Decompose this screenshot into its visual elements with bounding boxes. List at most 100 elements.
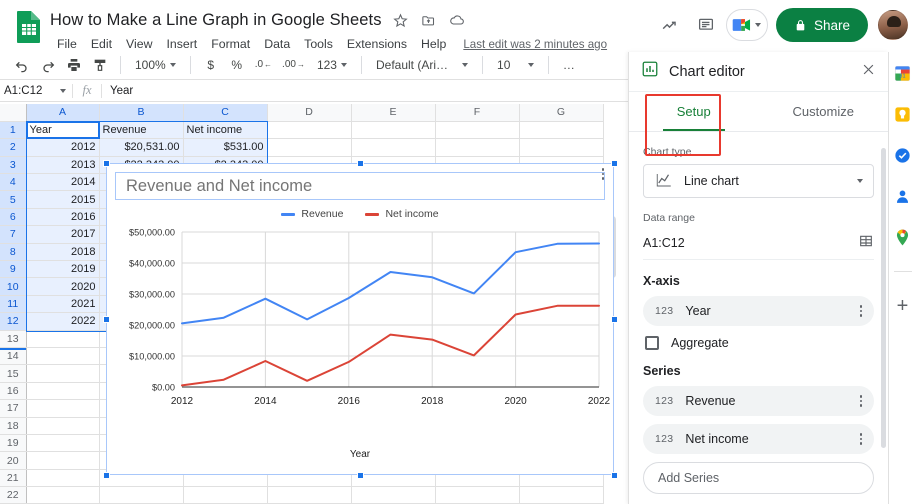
cell-A6[interactable]: 2016	[26, 208, 100, 227]
cell-B1[interactable]: Revenue	[99, 121, 184, 140]
move-to-folder-icon[interactable]	[420, 11, 438, 29]
cell-A21[interactable]	[26, 469, 100, 488]
row-header[interactable]: 17	[0, 399, 27, 418]
avatar[interactable]	[878, 10, 908, 40]
cell-D22[interactable]	[267, 486, 352, 504]
series-field-revenue[interactable]: 123 Revenue	[643, 386, 874, 416]
cell-A11[interactable]: 2021	[26, 295, 100, 314]
chart-resize-handle-sw[interactable]	[103, 472, 110, 479]
row-header[interactable]: 19	[0, 434, 27, 453]
cell-A20[interactable]	[26, 451, 100, 470]
cell-A18[interactable]	[26, 417, 100, 435]
chart-object[interactable]: Revenue and Net income Revenue Net incom…	[103, 160, 618, 479]
x-axis-options-icon[interactable]	[859, 305, 862, 317]
series-options-icon[interactable]	[859, 433, 862, 445]
row-header[interactable]: 6	[0, 208, 27, 227]
aggregate-checkbox[interactable]	[645, 336, 659, 350]
font-selector[interactable]: Default (Ari…	[370, 53, 474, 77]
panel-scrollbar[interactable]	[881, 148, 886, 448]
chart-title[interactable]: Revenue and Net income	[115, 172, 605, 200]
row-header[interactable]: 3	[0, 156, 27, 175]
aggregate-checkbox-row[interactable]: Aggregate	[645, 336, 874, 350]
chart-resize-handle-e[interactable]	[611, 316, 618, 323]
font-size-selector[interactable]: 10	[491, 53, 540, 77]
row-header[interactable]: 15	[0, 364, 27, 383]
cell-E1[interactable]	[351, 121, 436, 140]
cell-A7[interactable]: 2017	[26, 225, 100, 244]
cell-A16[interactable]	[26, 382, 100, 401]
cell-C2[interactable]: $531.00	[183, 138, 268, 157]
row-header[interactable]: 22	[0, 486, 27, 504]
series-field-net-income[interactable]: 123 Net income	[643, 424, 874, 454]
row-header[interactable]: 5	[0, 190, 27, 209]
google-calendar-icon[interactable]: 31	[893, 64, 912, 83]
row-header[interactable]: 13	[0, 330, 27, 348]
row-header[interactable]: 1	[0, 121, 27, 140]
cell-A9[interactable]: 2019	[26, 260, 100, 279]
cell-A15[interactable]	[26, 364, 100, 383]
row-header[interactable]: 18	[0, 417, 27, 435]
cell-B22[interactable]	[99, 486, 184, 504]
column-header-g[interactable]: G	[519, 104, 604, 122]
cell-G1[interactable]	[519, 121, 604, 140]
cloud-saved-icon[interactable]	[448, 11, 466, 29]
row-header[interactable]: 9	[0, 260, 27, 279]
chart-resize-handle-w[interactable]	[103, 316, 110, 323]
series-options-icon[interactable]	[859, 395, 862, 407]
increase-decimal-button[interactable]: .00 →	[278, 53, 309, 77]
undo-icon[interactable]	[10, 53, 34, 77]
cell-A4[interactable]: 2014	[26, 173, 100, 192]
cell-A19[interactable]	[26, 434, 100, 453]
column-header-b[interactable]: B	[99, 104, 184, 122]
paint-format-icon[interactable]	[88, 53, 112, 77]
cell-E22[interactable]	[351, 486, 436, 504]
column-header-a[interactable]: A	[26, 104, 100, 122]
select-all-corner[interactable]	[0, 104, 27, 122]
percent-format-button[interactable]: %	[225, 53, 249, 77]
decrease-decimal-button[interactable]: .0 ←	[251, 53, 276, 77]
chart-menu-icon[interactable]	[597, 168, 609, 180]
row-header[interactable]: 2	[0, 138, 27, 157]
comment-icon[interactable]	[690, 9, 722, 41]
cell-C22[interactable]	[183, 486, 268, 504]
share-button[interactable]: Share	[775, 8, 868, 42]
row-header[interactable]: 4	[0, 173, 27, 192]
cell-C1[interactable]: Net income	[183, 121, 268, 140]
column-header-e[interactable]: E	[351, 104, 436, 122]
cell-D2[interactable]	[267, 138, 352, 157]
legend-item-revenue[interactable]: Revenue	[281, 208, 343, 220]
cell-A5[interactable]: 2015	[26, 190, 100, 209]
data-range-field[interactable]: A1:C12	[643, 230, 874, 260]
star-icon[interactable]	[392, 11, 410, 29]
cell-A8[interactable]: 2018	[26, 243, 100, 262]
google-tasks-icon[interactable]	[893, 146, 912, 165]
close-icon[interactable]	[861, 62, 876, 81]
cell-A12[interactable]: 2022	[26, 312, 100, 331]
legend-item-net-income[interactable]: Net income	[365, 208, 439, 220]
cell-A2[interactable]: 2012	[26, 138, 100, 157]
cell-G22[interactable]	[519, 486, 604, 504]
row-header[interactable]: 12	[0, 312, 27, 331]
chart-resize-handle-se[interactable]	[611, 472, 618, 479]
name-box[interactable]: A1:C12	[0, 85, 72, 97]
redo-icon[interactable]	[36, 53, 60, 77]
cell-A17[interactable]	[26, 399, 100, 418]
column-header-f[interactable]: F	[435, 104, 520, 122]
row-header[interactable]: 7	[0, 225, 27, 244]
cell-A1[interactable]: Year	[26, 121, 100, 140]
cell-A3[interactable]: 2013	[26, 156, 100, 175]
add-series-button[interactable]: Add Series	[643, 462, 874, 494]
cell-F22[interactable]	[435, 486, 520, 504]
cell-F2[interactable]	[435, 138, 520, 157]
cell-A14[interactable]	[26, 347, 100, 366]
activity-trend-icon[interactable]	[654, 9, 686, 41]
row-header[interactable]: 10	[0, 277, 27, 296]
select-data-range-icon[interactable]	[858, 233, 874, 252]
google-contacts-icon[interactable]	[893, 187, 912, 206]
cell-F1[interactable]	[435, 121, 520, 140]
google-keep-icon[interactable]	[893, 105, 912, 124]
currency-format-button[interactable]: $	[199, 53, 223, 77]
chart-resize-handle-s[interactable]	[357, 472, 364, 479]
google-maps-icon[interactable]	[893, 228, 912, 247]
print-icon[interactable]	[62, 53, 86, 77]
